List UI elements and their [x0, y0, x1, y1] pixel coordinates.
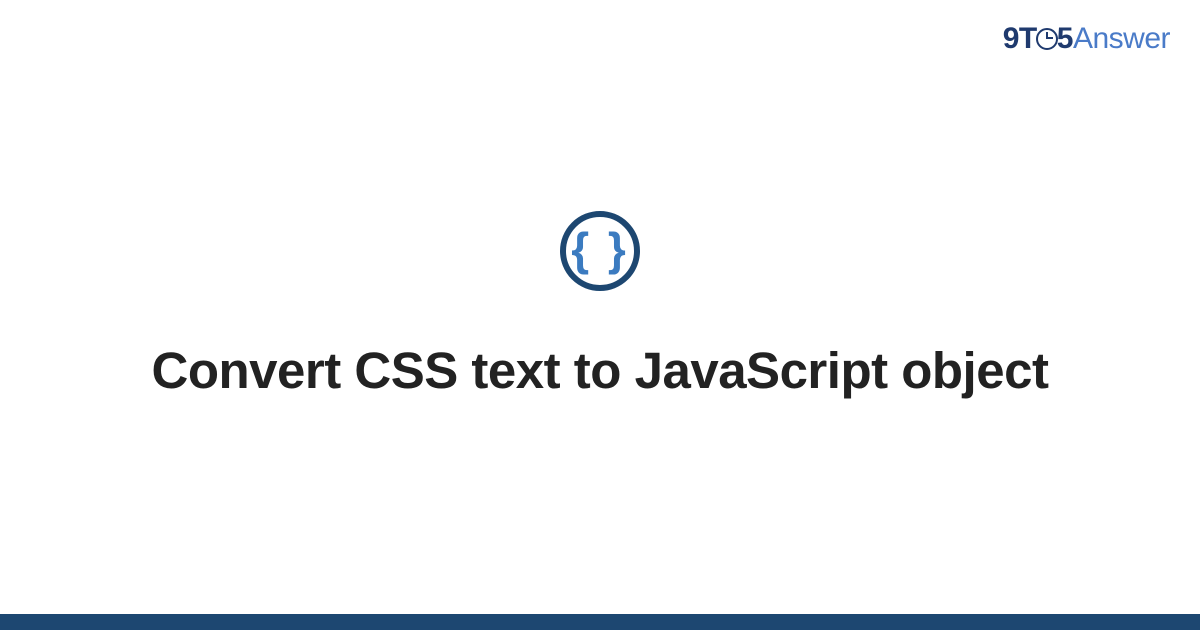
- topic-icon-circle: { }: [560, 211, 640, 291]
- page-title: Convert CSS text to JavaScript object: [152, 339, 1049, 403]
- footer-accent-bar: [0, 614, 1200, 630]
- main-content: { } Convert CSS text to JavaScript objec…: [0, 0, 1200, 614]
- code-braces-icon: { }: [571, 226, 629, 272]
